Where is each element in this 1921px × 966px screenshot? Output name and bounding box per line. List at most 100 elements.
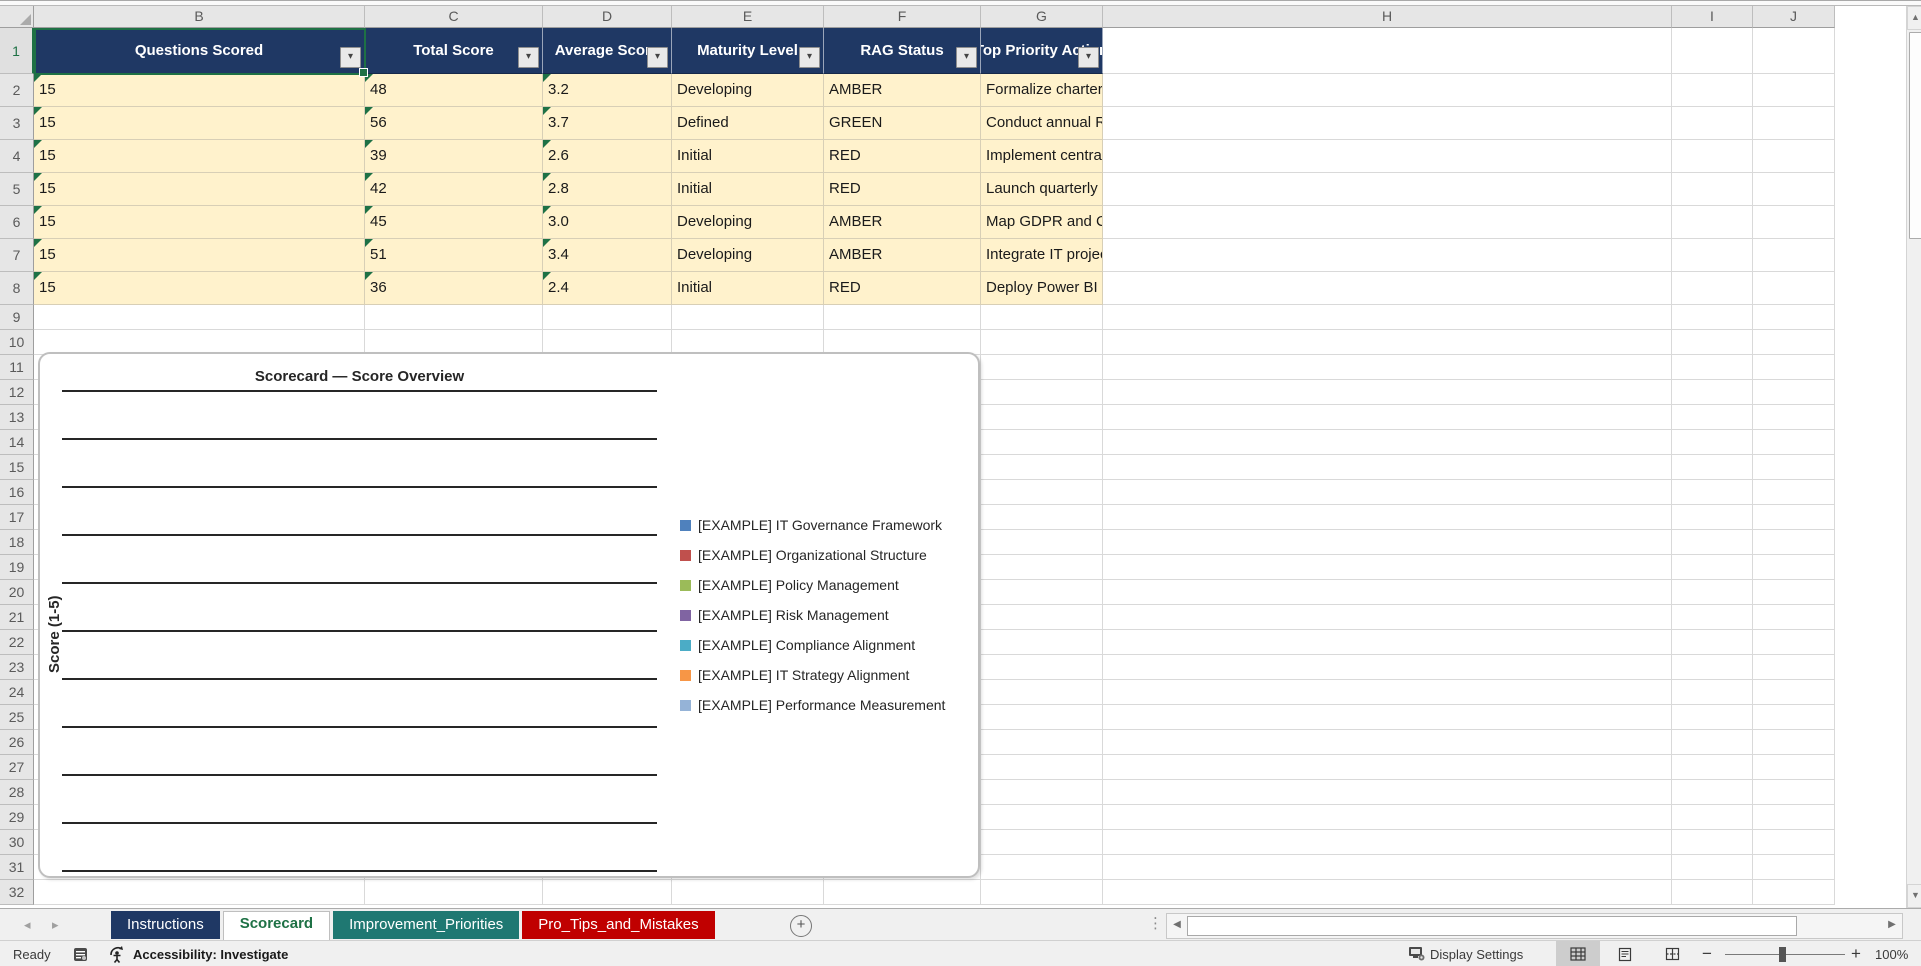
cell-H2[interactable] xyxy=(1103,74,1672,107)
cell-G18[interactable] xyxy=(981,530,1103,555)
cell-C6[interactable]: 45 xyxy=(365,206,543,239)
column-header-G[interactable]: G xyxy=(981,6,1103,28)
cell-G31[interactable] xyxy=(981,855,1103,880)
cell-G2[interactable]: Formalize charter ratification process w… xyxy=(981,74,1103,107)
column-header-E[interactable]: E xyxy=(672,6,824,28)
cell-J17[interactable] xyxy=(1753,505,1835,530)
cell-H26[interactable] xyxy=(1103,730,1672,755)
cell-C32[interactable] xyxy=(365,880,543,905)
cell-C9[interactable] xyxy=(365,305,543,330)
tab-instructions[interactable]: Instructions xyxy=(111,911,220,939)
cell-C3[interactable]: 56 xyxy=(365,107,543,140)
cell-J4[interactable] xyxy=(1753,140,1835,173)
cell-J22[interactable] xyxy=(1753,630,1835,655)
cell-G28[interactable] xyxy=(981,780,1103,805)
cell-G32[interactable] xyxy=(981,880,1103,905)
cell-I23[interactable] xyxy=(1672,655,1753,680)
cell-B32[interactable] xyxy=(34,880,365,905)
tab-scorecard[interactable]: Scorecard xyxy=(222,911,331,943)
cell-H30[interactable] xyxy=(1103,830,1672,855)
cell-B6[interactable]: 15 xyxy=(34,206,365,239)
row-header-28[interactable]: 28 xyxy=(0,780,34,805)
row-header-5[interactable]: 5 xyxy=(0,173,34,206)
cell-G14[interactable] xyxy=(981,430,1103,455)
zoom-in-button[interactable]: + xyxy=(1851,941,1861,966)
cell-H24[interactable] xyxy=(1103,680,1672,705)
cell-I14[interactable] xyxy=(1672,430,1753,455)
cell-E8[interactable]: Initial xyxy=(672,272,824,305)
cell-I22[interactable] xyxy=(1672,630,1753,655)
filter-dropdown-icon[interactable]: ▾ xyxy=(340,47,361,68)
row-header-31[interactable]: 31 xyxy=(0,855,34,880)
cell-J10[interactable] xyxy=(1753,330,1835,355)
scroll-down-arrow-icon[interactable]: ▼ xyxy=(1907,884,1921,908)
cell-F6[interactable]: AMBER xyxy=(824,206,981,239)
cell-J11[interactable] xyxy=(1753,355,1835,380)
cell-G23[interactable] xyxy=(981,655,1103,680)
cell-I31[interactable] xyxy=(1672,855,1753,880)
cell-I32[interactable] xyxy=(1672,880,1753,905)
cell-G9[interactable] xyxy=(981,305,1103,330)
cell-G30[interactable] xyxy=(981,830,1103,855)
cell-H22[interactable] xyxy=(1103,630,1672,655)
row-header-18[interactable]: 18 xyxy=(0,530,34,555)
cell-B5[interactable]: 15 xyxy=(34,173,365,206)
vertical-scrollbar-thumb[interactable] xyxy=(1909,32,1921,239)
cell-I18[interactable] xyxy=(1672,530,1753,555)
cell-H3[interactable] xyxy=(1103,107,1672,140)
cell-B9[interactable] xyxy=(34,305,365,330)
cell-G11[interactable] xyxy=(981,355,1103,380)
row-header-7[interactable]: 7 xyxy=(0,239,34,272)
cell-G17[interactable] xyxy=(981,505,1103,530)
cell-H19[interactable] xyxy=(1103,555,1672,580)
row-header-17[interactable]: 17 xyxy=(0,505,34,530)
row-header-14[interactable]: 14 xyxy=(0,430,34,455)
cell-F5[interactable]: RED xyxy=(824,173,981,206)
cell-G13[interactable] xyxy=(981,405,1103,430)
cell-F7[interactable]: AMBER xyxy=(824,239,981,272)
header-cell-G1[interactable]: Top Priority Action ▾ xyxy=(981,28,1103,74)
cell-H15[interactable] xyxy=(1103,455,1672,480)
cell-G20[interactable] xyxy=(981,580,1103,605)
cell-J24[interactable] xyxy=(1753,680,1835,705)
cell-J2[interactable] xyxy=(1753,74,1835,107)
cell-H17[interactable] xyxy=(1103,505,1672,530)
row-header-26[interactable]: 26 xyxy=(0,730,34,755)
cell-J23[interactable] xyxy=(1753,655,1835,680)
cell-J15[interactable] xyxy=(1753,455,1835,480)
scroll-up-arrow-icon[interactable]: ▲ xyxy=(1907,6,1921,30)
cell-G3[interactable]: Conduct annual RACI review with departme… xyxy=(981,107,1103,140)
cell-I19[interactable] xyxy=(1672,555,1753,580)
view-normal-button[interactable] xyxy=(1556,941,1600,966)
cell-I25[interactable] xyxy=(1672,705,1753,730)
cell-F32[interactable] xyxy=(824,880,981,905)
cell-H4[interactable] xyxy=(1103,140,1672,173)
cell-B2[interactable]: 15 xyxy=(34,74,365,107)
cell-J13[interactable] xyxy=(1753,405,1835,430)
cell-D3[interactable]: 3.7 xyxy=(543,107,672,140)
filter-dropdown-icon[interactable]: ▾ xyxy=(647,47,668,68)
cell-I7[interactable] xyxy=(1672,239,1753,272)
cell-H10[interactable] xyxy=(1103,330,1672,355)
cell-G16[interactable] xyxy=(981,480,1103,505)
cell-J25[interactable] xyxy=(1753,705,1835,730)
cell-E5[interactable]: Initial xyxy=(672,173,824,206)
cell-I6[interactable] xyxy=(1672,206,1753,239)
filter-dropdown-icon[interactable]: ▾ xyxy=(956,47,977,68)
tab-nav-left-icon[interactable]: ◂ xyxy=(24,916,31,934)
cell-D6[interactable]: 3.0 xyxy=(543,206,672,239)
row-header-21[interactable]: 21 xyxy=(0,605,34,630)
cell-E2[interactable]: Developing xyxy=(672,74,824,107)
view-page-layout-button[interactable] xyxy=(1603,941,1647,966)
column-header-I[interactable]: I xyxy=(1672,6,1753,28)
row-header-8[interactable]: 8 xyxy=(0,272,34,305)
cell-G19[interactable] xyxy=(981,555,1103,580)
cell-I4[interactable] xyxy=(1672,140,1753,173)
cell-I8[interactable] xyxy=(1672,272,1753,305)
cell-G22[interactable] xyxy=(981,630,1103,655)
cell-C7[interactable]: 51 xyxy=(365,239,543,272)
row-header-27[interactable]: 27 xyxy=(0,755,34,780)
cell-G26[interactable] xyxy=(981,730,1103,755)
cell-J29[interactable] xyxy=(1753,805,1835,830)
row-header-10[interactable]: 10 xyxy=(0,330,34,355)
